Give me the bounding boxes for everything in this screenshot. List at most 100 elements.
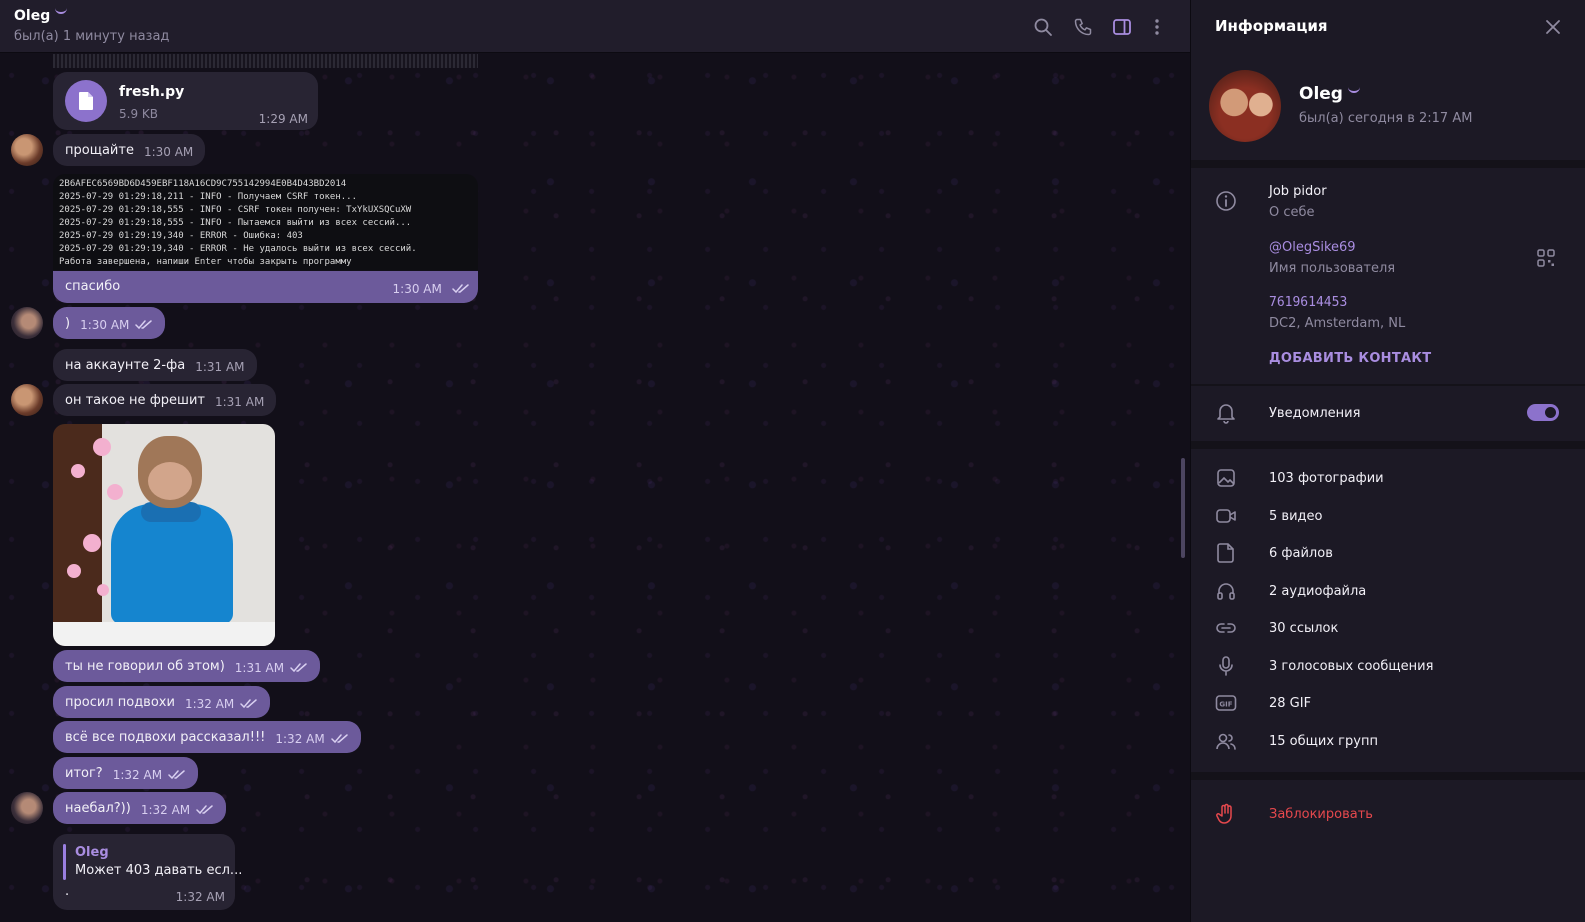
message-bubble[interactable]: наебал?)) 1:32 AM: [53, 792, 227, 824]
contact-name-wrap[interactable]: Oleg: [14, 8, 68, 24]
file-message[interactable]: fresh.py 5.9 KB 1:29 AM: [53, 72, 318, 130]
message-time: 1:30 AM: [143, 145, 194, 159]
reply-message[interactable]: Oleg Может 403 давать есл... . 1:32 AM: [53, 834, 242, 910]
contact-status: был(а) 1 минуту назад: [14, 29, 170, 44]
message-time: 1:29 AM: [258, 112, 308, 126]
username-label: Имя пользователя: [1269, 261, 1396, 276]
media-label: 2 аудиофайла: [1269, 584, 1367, 599]
terminal-line: 2025-07-29 01:29:19,340 - ERROR - Ошибка…: [59, 231, 303, 241]
message-bubble[interactable]: прощайте 1:30 AM: [53, 134, 206, 166]
media-files[interactable]: 6 файлов: [1191, 535, 1585, 572]
photo-detail: [67, 564, 81, 578]
message-bubble[interactable]: он такое не фрешит 1:31 AM: [53, 384, 277, 416]
double-check-icon: [168, 761, 186, 793]
message-text: ): [65, 316, 71, 331]
search-icon[interactable]: [1031, 15, 1055, 39]
chat-scrollbar[interactable]: [1181, 58, 1185, 918]
bio-text[interactable]: Job pidor: [1269, 184, 1327, 199]
username-link[interactable]: @OlegSike69: [1269, 240, 1356, 255]
message-time: 1:32 AM: [140, 803, 191, 817]
message-time: 1:30 AM: [80, 318, 130, 332]
message-text: наебал?)): [65, 801, 131, 816]
notifications-toggle[interactable]: [1527, 404, 1559, 421]
document-icon[interactable]: [65, 80, 107, 122]
message-text: на аккаунте 2-фа: [65, 358, 186, 373]
message-text: прощайте: [65, 143, 134, 158]
notifications-label: Уведомления: [1269, 406, 1361, 421]
message-time: 1:31 AM: [195, 360, 245, 374]
group-icon: [1215, 730, 1237, 752]
divider: [1191, 160, 1585, 168]
gif-icon: GIF: [1215, 692, 1237, 714]
link-icon: [1215, 617, 1237, 639]
user-id[interactable]: 7619614453: [1269, 295, 1347, 310]
headphones-icon: [1215, 580, 1237, 602]
divider: [1191, 772, 1585, 780]
message-time: 1:31 AM: [214, 395, 265, 409]
terminal-line: 2025-07-29 01:29:18,555 - INFO - CSRF то…: [59, 205, 412, 215]
message-bubble[interactable]: просил подвохи 1:32 AM: [53, 686, 271, 718]
image-noise-strip: [53, 54, 478, 68]
message-text: .: [65, 884, 70, 899]
avatar[interactable]: [11, 307, 43, 339]
chat-header[interactable]: Oleg был(а) 1 минуту назад: [0, 0, 1190, 53]
microphone-icon: [1215, 655, 1237, 677]
message-bubble[interactable]: итог? 1:32 AM: [53, 757, 199, 789]
media-photos[interactable]: 103 фотографии: [1191, 460, 1585, 497]
photo-message[interactable]: [53, 424, 275, 646]
message-time: 1:30 AM: [392, 282, 442, 296]
message-bubble[interactable]: ты не говорил об этом) 1:31 AM: [53, 650, 321, 682]
avatar[interactable]: [11, 384, 43, 416]
media-label: 3 голосовых сообщения: [1269, 659, 1434, 674]
hand-stop-icon: [1215, 803, 1237, 825]
contact-name[interactable]: Oleg: [14, 8, 50, 24]
terminal-screenshot[interactable]: 2B6AFEC6569BD6D459EBF118A16CD9C755142994…: [53, 174, 478, 270]
media-label: 103 фотографии: [1269, 471, 1384, 486]
avatar[interactable]: [11, 134, 43, 166]
bio-label: О себе: [1269, 205, 1315, 220]
media-label: 30 ссылок: [1269, 621, 1339, 636]
bell-icon: [1215, 402, 1237, 424]
media-audio[interactable]: 2 аудиофайла: [1191, 573, 1585, 610]
qr-code-icon[interactable]: [1537, 249, 1555, 267]
close-icon[interactable]: [1542, 16, 1564, 38]
photo-detail: [148, 462, 192, 500]
divider: [1191, 384, 1585, 386]
double-check-icon: [330, 725, 349, 757]
media-gifs[interactable]: GIF 28 GIF: [1191, 685, 1585, 722]
video-icon: [1215, 505, 1237, 527]
media-voice[interactable]: 3 голосовых сообщения: [1191, 648, 1585, 685]
scrollbar-thumb[interactable]: [1181, 458, 1185, 558]
message-time: 1:32 AM: [175, 890, 225, 904]
photo-detail: [71, 464, 85, 478]
double-check-icon: [196, 796, 214, 828]
media-links[interactable]: 30 ссылок: [1191, 610, 1585, 647]
terminal-line: 2025-07-29 01:29:18,555 - INFO - Пытаемс…: [59, 218, 412, 228]
block-user-button[interactable]: Заблокировать: [1269, 807, 1373, 822]
svg-text:GIF: GIF: [1219, 701, 1232, 709]
message-time: 1:31 AM: [234, 661, 285, 675]
media-videos[interactable]: 5 видео: [1191, 498, 1585, 535]
toggle-knob: [1545, 407, 1556, 418]
more-options-icon[interactable]: [1145, 15, 1169, 39]
message-bubble[interactable]: на аккаунте 2-фа 1:31 AM: [53, 349, 257, 381]
photo-detail: [83, 534, 101, 552]
phone-icon[interactable]: [1071, 15, 1095, 39]
reply-author[interactable]: Oleg: [75, 845, 109, 860]
message-bubble[interactable]: спасибо 1:30 AM: [53, 271, 478, 303]
sidebar-toggle-icon[interactable]: [1110, 15, 1134, 39]
photo-detail: [53, 622, 275, 646]
file-name: fresh.py: [119, 84, 185, 100]
photo-icon: [1215, 467, 1237, 489]
media-label: 5 видео: [1269, 509, 1323, 524]
message-time: 1:32 AM: [184, 697, 235, 711]
message-bubble[interactable]: всё все подвохи рассказал!!! 1:32 AM: [53, 721, 361, 753]
add-contact-button[interactable]: ДОБАВИТЬ КОНТАКТ: [1269, 351, 1431, 366]
profile-avatar[interactable]: [1209, 70, 1281, 142]
reply-quote[interactable]: Может 403 давать есл...: [75, 863, 242, 878]
media-label: 28 GIF: [1269, 696, 1312, 711]
message-bubble[interactable]: ) 1:30 AM: [53, 307, 166, 339]
avatar[interactable]: [11, 792, 43, 824]
media-groups[interactable]: 15 общих групп: [1191, 723, 1585, 760]
reply-quote-bar: [63, 844, 66, 880]
